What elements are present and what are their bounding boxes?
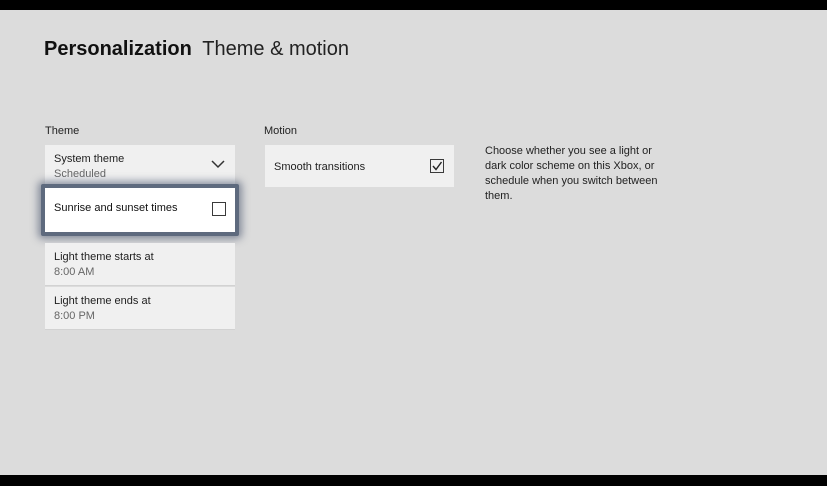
light-end-value: 8:00 PM: [54, 310, 95, 322]
section-title: Personalization: [44, 38, 192, 60]
smooth-transitions-label: Smooth transitions: [274, 161, 366, 173]
motion-heading: Motion: [264, 125, 298, 137]
page-title: Theme & motion: [202, 38, 349, 60]
checkbox-icon[interactable]: [430, 159, 444, 173]
theme-heading: Theme: [45, 125, 80, 137]
page-header: Personalization Theme & motion: [44, 38, 349, 61]
sunrise-sunset-toggle[interactable]: Sunrise and sunset times: [41, 184, 239, 236]
light-theme-end-item[interactable]: Light theme ends at 8:00 PM: [45, 287, 235, 330]
light-start-value: 8:00 AM: [54, 266, 95, 278]
checkbox-icon[interactable]: [212, 202, 226, 216]
sunrise-sunset-label: Sunrise and sunset times: [54, 202, 178, 214]
description-text: Choose whether you see a light or dark c…: [485, 145, 658, 202]
checkmark-icon: [432, 161, 442, 171]
smooth-transitions-toggle[interactable]: Smooth transitions: [265, 145, 454, 187]
light-end-title: Light theme ends at: [54, 295, 151, 307]
settings-screen: Personalization Theme & motion Theme Sys…: [0, 10, 827, 475]
light-theme-start-item[interactable]: Light theme starts at 8:00 AM: [45, 243, 235, 286]
light-start-title: Light theme starts at: [54, 251, 154, 263]
system-theme-dropdown[interactable]: System theme Scheduled: [45, 145, 235, 185]
chevron-down-icon: [211, 160, 225, 169]
system-theme-title: System theme: [54, 153, 125, 165]
system-theme-value: Scheduled: [54, 168, 106, 180]
